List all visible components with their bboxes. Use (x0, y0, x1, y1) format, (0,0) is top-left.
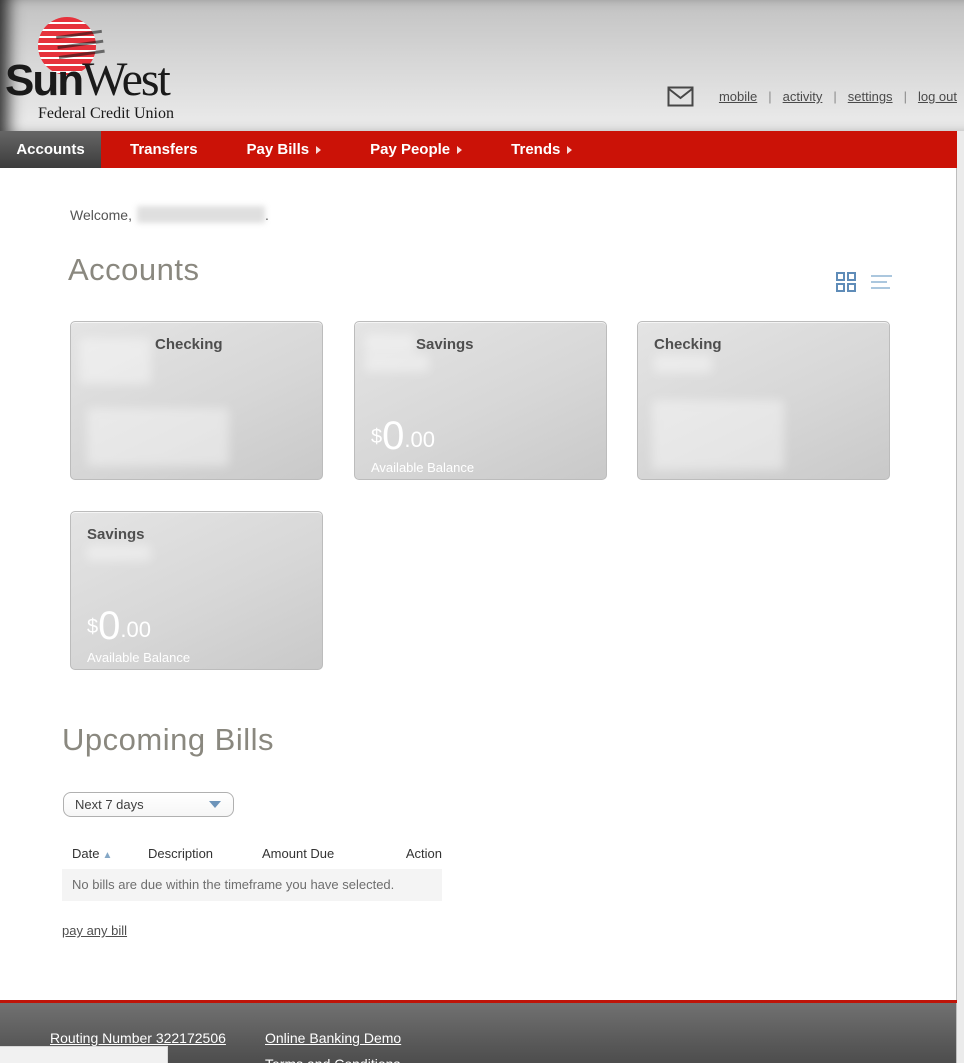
tab-accounts[interactable]: Accounts (0, 131, 101, 168)
column-action-label: Action (406, 846, 442, 861)
available-balance: $0.00 Available Balance (87, 604, 190, 665)
submenu-arrow-icon (316, 146, 321, 154)
tab-trends[interactable]: Trends (491, 131, 592, 168)
link-activity[interactable]: activity (783, 89, 823, 104)
utility-nav: mobile | activity | settings | log out (667, 86, 957, 107)
pay-any-bill-link[interactable]: pay any bill (62, 923, 127, 938)
accounts-section-title: Accounts (68, 252, 200, 288)
upcoming-bills-table: Date▲ Description Amount Due Action No b… (62, 841, 442, 901)
messages-envelope-icon[interactable] (667, 86, 694, 107)
account-type-label: Savings (87, 526, 145, 543)
welcome-prefix: Welcome, (70, 207, 132, 223)
chevron-down-icon (209, 801, 221, 808)
separator: | (833, 89, 836, 104)
column-header-description[interactable]: Description (148, 846, 262, 861)
grid-view-icon[interactable] (836, 272, 857, 293)
tab-pay-bills-label: Pay Bills (247, 141, 310, 158)
brand-west: West (82, 53, 169, 106)
link-log-out[interactable]: log out (918, 89, 957, 104)
separator: | (768, 89, 771, 104)
browser-status-bubble (0, 1046, 168, 1063)
redacted-balance (87, 408, 229, 466)
welcome-suffix: . (265, 207, 269, 223)
link-mobile[interactable]: mobile (719, 89, 757, 104)
column-description-label: Description (148, 846, 213, 861)
account-type-label: Checking (155, 336, 223, 353)
main-content: Welcome, . Accounts Checking (0, 168, 957, 1000)
tab-trends-label: Trends (511, 141, 560, 158)
brand-name: SunWest (5, 52, 169, 107)
bills-empty-message: No bills are due within the timeframe yo… (62, 869, 442, 901)
redacted-account-number (87, 545, 151, 561)
welcome-message: Welcome, . (70, 206, 269, 223)
redacted-account-number (654, 355, 712, 373)
account-type-label: Checking (654, 336, 722, 353)
separator: | (904, 89, 907, 104)
column-date-label: Date (72, 846, 99, 861)
account-card-checking-1[interactable]: Checking (70, 321, 323, 480)
balance-integer: 0 (98, 604, 120, 648)
column-header-amount-due[interactable]: Amount Due (262, 846, 380, 861)
currency-symbol: $ (371, 426, 382, 448)
tab-pay-people[interactable]: Pay People (350, 131, 482, 168)
routing-number-link[interactable]: Routing Number 322172506 (50, 1030, 226, 1046)
account-type-label: Savings (416, 336, 474, 353)
brand-tagline: Federal Credit Union (38, 105, 174, 123)
sunwest-logo: SunWest Federal Credit Union (5, 12, 235, 117)
main-nav: Accounts Transfers Pay Bills Pay People … (0, 131, 957, 168)
redacted-balance (652, 400, 784, 470)
tab-pay-bills[interactable]: Pay Bills (227, 131, 342, 168)
balance-integer: 0 (382, 414, 404, 458)
balance-label: Available Balance (371, 460, 474, 475)
redacted-account-nickname (79, 338, 151, 384)
upcoming-bills-title: Upcoming Bills (62, 722, 274, 758)
tab-accounts-label: Accounts (16, 141, 84, 158)
list-view-icon[interactable] (870, 272, 893, 293)
dropdown-selected-value: Next 7 days (75, 797, 209, 812)
balance-label: Available Balance (87, 650, 190, 665)
account-card-savings-1[interactable]: Savings $0.00 Available Balance (354, 321, 607, 480)
tab-pay-people-label: Pay People (370, 141, 450, 158)
balance-fraction: .00 (404, 427, 435, 452)
bills-timeframe-dropdown[interactable]: Next 7 days (63, 792, 234, 817)
online-banking-demo-link[interactable]: Online Banking Demo (265, 1030, 401, 1046)
view-toggles (836, 272, 893, 293)
submenu-arrow-icon (567, 146, 572, 154)
submenu-arrow-icon (457, 146, 462, 154)
column-amount-due-label: Amount Due (262, 846, 334, 861)
tab-transfers-label: Transfers (130, 141, 198, 158)
brand-sun: Sun (5, 56, 82, 105)
site-header: SunWest Federal Credit Union mobile | ac… (0, 0, 964, 131)
online-banking-page: SunWest Federal Credit Union mobile | ac… (0, 0, 964, 1063)
currency-symbol: $ (87, 616, 98, 638)
account-card-savings-2[interactable]: Savings $0.00 Available Balance (70, 511, 323, 670)
column-header-action[interactable]: Action (380, 846, 442, 861)
account-card-checking-2[interactable]: Checking (637, 321, 890, 480)
link-settings[interactable]: settings (848, 89, 893, 104)
balance-fraction: .00 (120, 617, 151, 642)
terms-and-conditions-link[interactable]: Terms and Conditions (265, 1056, 400, 1063)
redacted-account-nickname (365, 334, 415, 354)
redacted-account-number (365, 354, 429, 372)
column-header-date[interactable]: Date▲ (62, 846, 148, 861)
tab-transfers[interactable]: Transfers (110, 131, 218, 168)
available-balance: $0.00 Available Balance (371, 414, 474, 475)
sort-ascending-icon: ▲ (102, 850, 112, 861)
bills-table-header: Date▲ Description Amount Due Action (62, 841, 442, 869)
redacted-username (137, 206, 265, 223)
